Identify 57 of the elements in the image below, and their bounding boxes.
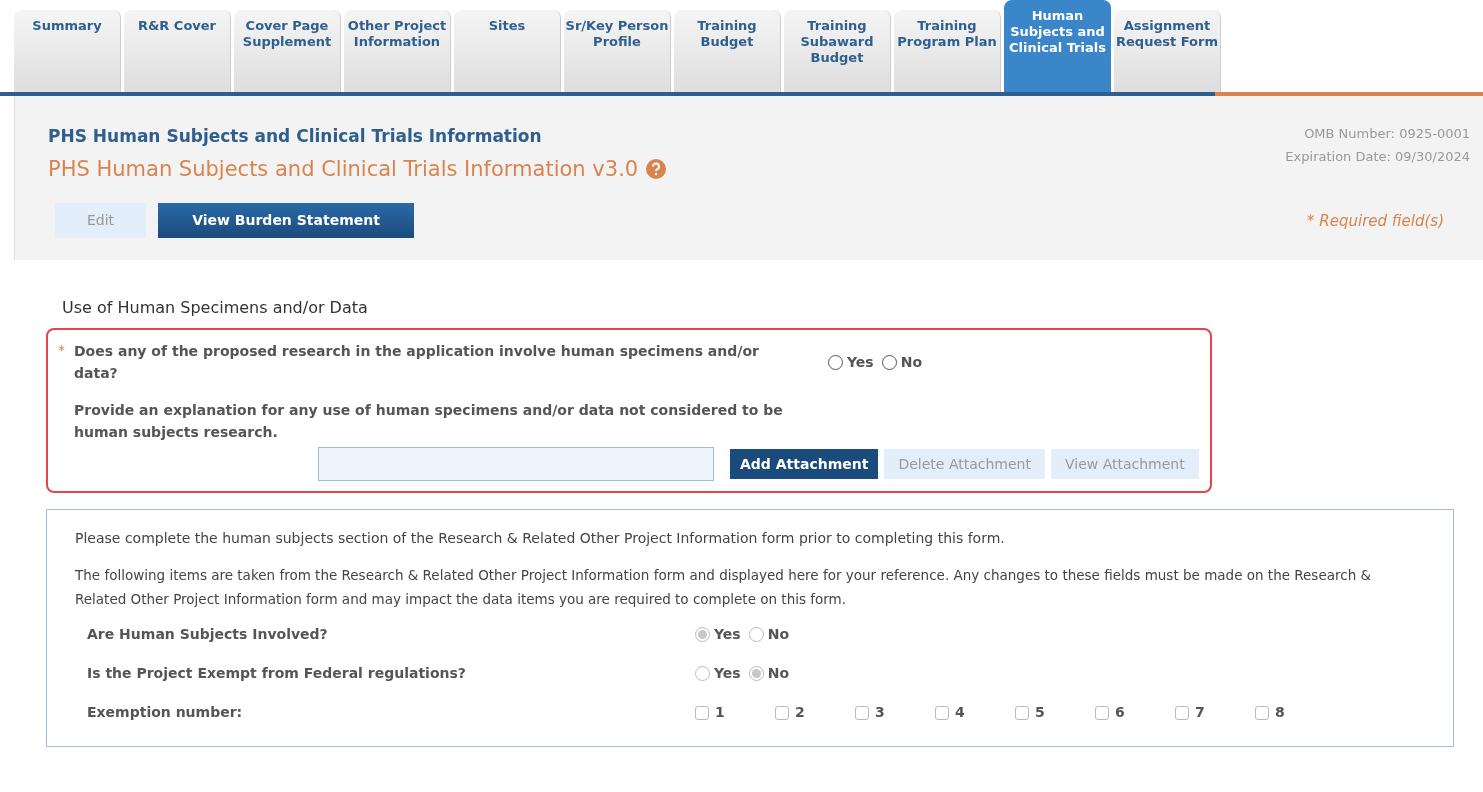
checkbox[interactable] xyxy=(855,705,869,720)
reference-intro: The following items are taken from the Research & Related Other Project Information form and displayed here for your reference. Any changes to these fields must be made on the Research & Related Other Project Information form and may impact the data items you are required to complete on this form. xyxy=(75,566,1373,609)
radio-button[interactable] xyxy=(748,666,764,681)
radio-button[interactable] xyxy=(695,666,710,681)
attachment-field[interactable] xyxy=(318,447,714,481)
radio-label: No xyxy=(767,625,790,644)
form-title: PHS Human Subjects and Clinical Trials Information xyxy=(48,125,543,148)
radio-button[interactable] xyxy=(748,627,764,642)
tab[interactable]: Summary xyxy=(14,10,121,92)
checkbox-label: 3 xyxy=(875,703,885,722)
checkbox-label: 8 xyxy=(1275,703,1285,722)
checkbox[interactable] xyxy=(1095,705,1109,720)
checkbox-label: 1 xyxy=(715,703,725,722)
radio-button[interactable] xyxy=(881,354,897,370)
tab[interactable]: Training Subaward Budget xyxy=(784,10,891,92)
explanation-text: Provide an explanation for any use of human specimens and/or data not considered to be human subjects research. xyxy=(74,401,784,442)
checkbox-label: 6 xyxy=(1115,703,1125,722)
button[interactable]: View Burden Statement xyxy=(158,203,414,238)
checkbox-label: 2 xyxy=(795,703,805,722)
required-fields-note: * Required field(s) xyxy=(1306,211,1444,232)
expiration-date: Expiration Date: 09/30/2024 xyxy=(1285,147,1470,166)
checkbox-label: 5 xyxy=(1035,703,1045,722)
question-text: Does any of the proposed research in the application involve human specimens and/or data? xyxy=(74,342,760,383)
field-label: Is the Project Exempt from Federal regulations? xyxy=(87,664,467,683)
tab[interactable]: Training Program Plan xyxy=(894,10,1001,92)
radio-label: No xyxy=(767,664,790,683)
radio-label: Yes xyxy=(714,625,741,644)
tab[interactable]: Sites xyxy=(454,10,561,92)
button[interactable]: Add Attachment xyxy=(730,449,879,479)
tab[interactable]: Human Subjects and Clinical Trials xyxy=(1004,0,1111,92)
reference-note: Please complete the human subjects section of the Research & Related Other Project Information form prior to completing this form. xyxy=(75,529,1006,548)
tab[interactable]: Training Budget xyxy=(674,10,781,92)
required-mark: * xyxy=(58,341,66,360)
checkbox[interactable] xyxy=(775,705,789,720)
checkbox[interactable] xyxy=(935,705,949,720)
checkbox-label: 4 xyxy=(955,703,965,722)
checkbox[interactable] xyxy=(1015,705,1029,720)
radio-button[interactable] xyxy=(695,627,710,642)
tab[interactable]: Assignment Request Form xyxy=(1114,10,1221,92)
section-title: Use of Human Specimens and/or Data xyxy=(62,297,369,319)
radio-label: Yes xyxy=(847,352,874,372)
field-label: Are Human Subjects Involved? xyxy=(87,625,329,644)
checkbox[interactable] xyxy=(1175,705,1189,720)
radio-label: No xyxy=(900,352,923,372)
radio-button[interactable] xyxy=(828,354,843,370)
checkbox[interactable] xyxy=(695,705,709,720)
field-label: Exemption number: xyxy=(87,703,244,722)
omb-number: OMB Number: 0925-0001 xyxy=(1303,125,1470,143)
tab[interactable]: Cover Page Supplement xyxy=(234,10,341,92)
checkbox-label: 7 xyxy=(1195,703,1205,722)
checkbox[interactable] xyxy=(1255,705,1269,720)
form-subtitle: PHS Human Subjects and Clinical Trials Information v3.0 xyxy=(48,155,639,183)
tab[interactable]: Sr/Key Person Profile xyxy=(564,10,671,92)
tab[interactable]: R&R Cover xyxy=(124,10,231,92)
radio-label: Yes xyxy=(714,664,741,683)
tab[interactable]: Other Project Information xyxy=(344,10,451,92)
help-icon[interactable] xyxy=(646,159,667,180)
